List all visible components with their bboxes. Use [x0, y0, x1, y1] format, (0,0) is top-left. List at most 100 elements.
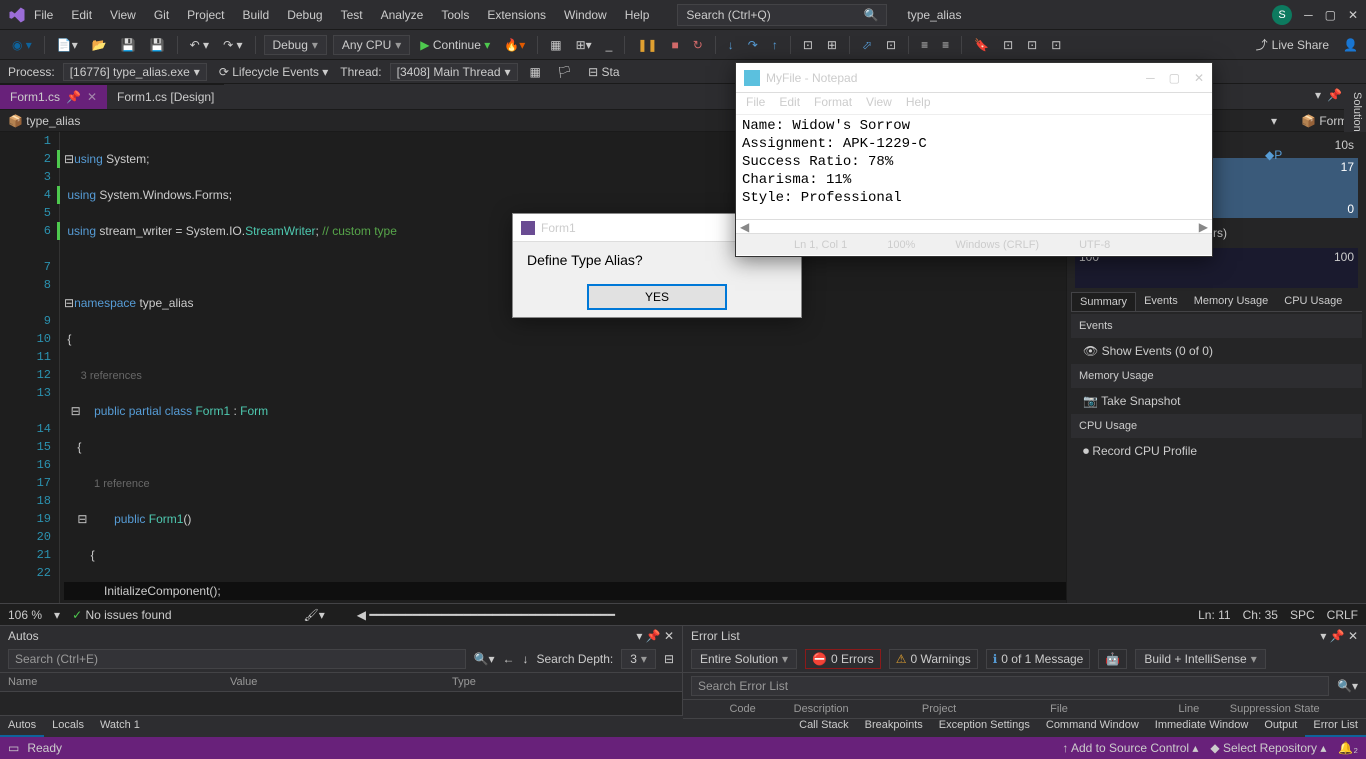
db-icon-1[interactable]: ▦ [526, 63, 545, 81]
show-events-button[interactable]: 👁 Show Events (0 of 0) [1071, 340, 1362, 362]
tab-form1-design[interactable]: Form1.cs [Design] [107, 84, 224, 109]
np-scroll-right-icon[interactable]: ▶ [1199, 220, 1208, 233]
yes-button[interactable]: YES [587, 284, 727, 310]
live-share-button[interactable]: ⤴ Live Share 👤 [1256, 36, 1358, 53]
btab-immediate[interactable]: Immediate Window [1147, 716, 1257, 737]
btab-callstack[interactable]: Call Stack [791, 716, 857, 737]
menu-analyze[interactable]: Analyze [373, 4, 432, 26]
search-input[interactable]: Search (Ctrl+Q) 🔍 [677, 4, 887, 26]
hot-reload-icon[interactable]: 🔥▾ [500, 36, 529, 54]
tb-icon-g[interactable]: 🔖 [970, 36, 993, 54]
user-avatar[interactable]: S [1272, 5, 1292, 25]
errors-badge[interactable]: ⛔ 0 Errors [805, 649, 881, 669]
btab-breakpoints[interactable]: Breakpoints [857, 716, 931, 737]
issues-indicator[interactable]: ✓ No issues found [72, 608, 171, 622]
tb-icon-2[interactable]: ⊞▾ [572, 36, 596, 54]
tb-icon-j[interactable]: ⊡ [1047, 36, 1065, 54]
menu-edit[interactable]: Edit [63, 4, 100, 26]
menu-extensions[interactable]: Extensions [479, 4, 554, 26]
new-file-icon[interactable]: 📄▾ [53, 36, 82, 54]
db-icon-3[interactable]: ⊟ Sta [584, 63, 623, 81]
tb-icon-a[interactable]: ⊡ [799, 36, 817, 54]
np-menu-file[interactable]: File [740, 93, 771, 114]
np-menu-view[interactable]: View [860, 93, 898, 114]
messages-badge[interactable]: ℹ 0 of 1 Message [986, 649, 1091, 669]
np-maximize-icon[interactable]: ▢ [1169, 71, 1180, 85]
warnings-badge[interactable]: ⚠ 0 Warnings [889, 649, 978, 669]
restart-icon[interactable]: ↻ [689, 36, 707, 54]
diag-tab-summary[interactable]: Summary [1071, 292, 1136, 311]
source-control-button[interactable]: ↑ Add to Source Control ▴ [1062, 741, 1198, 755]
autos-search[interactable]: Search (Ctrl+E) [8, 649, 466, 669]
tb-icon-i[interactable]: ⊡ [1023, 36, 1041, 54]
select-repo-button[interactable]: ◆ Select Repository ▴ [1210, 741, 1326, 755]
take-snapshot-button[interactable]: 📷 Take Snapshot [1071, 390, 1362, 412]
pause-icon[interactable]: ❚❚ [633, 36, 661, 54]
menu-file[interactable]: File [26, 4, 61, 26]
output-icon[interactable]: ▭ [8, 741, 19, 755]
process-dropdown[interactable]: [16776] type_alias.exe ▾ [63, 63, 207, 81]
tab-pin-icon[interactable]: 📌 [1327, 88, 1342, 105]
indent-mode[interactable]: SPC [1290, 608, 1315, 622]
np-close-icon[interactable]: ✕ [1194, 71, 1204, 85]
platform-dropdown[interactable]: Any CPU ▾ [333, 35, 410, 55]
tb-icon-b[interactable]: ⊞ [823, 36, 841, 54]
menu-project[interactable]: Project [179, 4, 232, 26]
notepad-titlebar[interactable]: MyFile - Notepad ─ ▢ ✕ [736, 63, 1212, 93]
btab-command[interactable]: Command Window [1038, 716, 1147, 737]
btab-output[interactable]: Output [1256, 716, 1305, 737]
step-over-icon[interactable]: ↷ [744, 36, 762, 54]
menu-debug[interactable]: Debug [279, 4, 330, 26]
thread-dropdown[interactable]: [3408] Main Thread ▾ [390, 63, 518, 81]
diag-tab-cpu[interactable]: CPU Usage [1276, 292, 1350, 311]
scope-dropdown[interactable]: Entire Solution ▾ [691, 649, 797, 669]
tb-icon-e[interactable]: ≡ [917, 36, 932, 54]
ai-badge[interactable]: 🤖 [1098, 649, 1127, 669]
lifecycle-events[interactable]: ⟳ Lifecycle Events ▾ [215, 63, 332, 81]
tab-dropdown-icon[interactable]: ▾ [1315, 88, 1321, 105]
tb-icon-d[interactable]: ⊡ [882, 36, 900, 54]
autos-search-icon[interactable]: 🔍▾ [474, 652, 495, 666]
btab-exception[interactable]: Exception Settings [931, 716, 1038, 737]
np-minimize-icon[interactable]: ─ [1146, 71, 1155, 85]
close-tab-icon[interactable]: ✕ [87, 90, 97, 104]
menu-test[interactable]: Test [333, 4, 371, 26]
np-menu-format[interactable]: Format [808, 93, 858, 114]
undo-icon[interactable]: ↶ ▾ [186, 36, 213, 54]
config-dropdown[interactable]: Debug ▾ [264, 35, 327, 55]
zoom-level[interactable]: 106 % [8, 608, 42, 622]
notification-icon[interactable]: 🔔₂ [1338, 741, 1358, 755]
minimize-icon[interactable]: ─ [1304, 8, 1313, 22]
db-icon-2[interactable]: 🏳 [553, 63, 576, 81]
menu-view[interactable]: View [102, 4, 144, 26]
btab-autos[interactable]: Autos [0, 716, 44, 737]
bc-namespace[interactable]: 📦 type_alias [8, 114, 80, 128]
tab-form1-cs[interactable]: Form1.cs 📌 ✕ [0, 84, 107, 109]
nav-back-icon[interactable]: ◉ ▾ [8, 36, 36, 54]
np-menu-help[interactable]: Help [900, 93, 937, 114]
step-into-icon[interactable]: ↓ [724, 36, 738, 54]
tb-icon-3[interactable]: _ [602, 36, 617, 54]
search-depth[interactable]: 3 ▾ [621, 649, 656, 669]
stop-icon[interactable]: ■ [667, 36, 682, 54]
diag-tab-memory[interactable]: Memory Usage [1186, 292, 1277, 311]
filter-dropdown[interactable]: Build + IntelliSense ▾ [1135, 649, 1265, 669]
sb-icon-1[interactable]: 🖌▾ [304, 608, 325, 622]
pin-icon[interactable]: 📌 [66, 90, 81, 104]
line-ending[interactable]: CRLF [1327, 608, 1358, 622]
tb-icon-1[interactable]: ▦ [546, 36, 565, 54]
continue-button[interactable]: ▶ Continue ▾ [416, 36, 494, 54]
close-icon[interactable]: ✕ [1348, 8, 1358, 22]
menu-git[interactable]: Git [146, 4, 177, 26]
tb-icon-f[interactable]: ≡ [938, 36, 953, 54]
error-search-icon[interactable]: 🔍▾ [1337, 679, 1358, 693]
diag-tab-events[interactable]: Events [1136, 292, 1186, 311]
menu-help[interactable]: Help [617, 4, 658, 26]
btab-errorlist[interactable]: Error List [1305, 716, 1366, 737]
menu-tools[interactable]: Tools [433, 4, 477, 26]
tb-icon-h[interactable]: ⊡ [999, 36, 1017, 54]
np-scroll-left-icon[interactable]: ◀ [740, 220, 749, 233]
btab-watch[interactable]: Watch 1 [92, 716, 148, 737]
redo-icon[interactable]: ↷ ▾ [219, 36, 246, 54]
np-menu-edit[interactable]: Edit [773, 93, 806, 114]
